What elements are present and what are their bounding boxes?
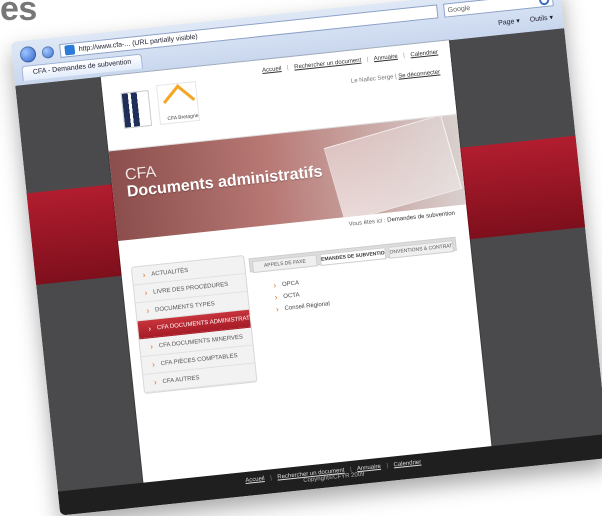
nav-item-label: CFA AUTRES: [162, 374, 200, 385]
search-icon[interactable]: [538, 0, 550, 6]
nav-item-label: ACTUALITÉS: [151, 267, 189, 278]
search-placeholder: Google: [447, 4, 471, 14]
browser-window: http://www.cfa-... (URL partially visibl…: [10, 0, 602, 516]
nav-item-label: LIVRE DES PROCÉDURES: [152, 281, 229, 296]
chevron-right-icon: ›: [142, 269, 146, 280]
corner-title: es: [0, 0, 37, 28]
top-link-calendrier[interactable]: Calendrier: [410, 50, 438, 59]
tab-conventions[interactable]: CONVENTIONS & CONTRATS: [387, 240, 454, 259]
page-menu[interactable]: Page ▾: [496, 17, 523, 28]
doc-link-conseil-regional[interactable]: Conseil Régional: [284, 301, 330, 312]
nav-item-label: CFA PIÈCES COMPTABLES: [160, 352, 238, 367]
divider: |: [386, 463, 389, 470]
logo-mark: [120, 90, 153, 129]
divider: |: [269, 475, 273, 482]
chevron-right-icon: ›: [145, 305, 150, 315]
content-tabs: APPELS DE FAXE DEMANDES DE SUBVENTION CO…: [248, 236, 457, 274]
footer-link-accueil[interactable]: Accueil: [245, 476, 265, 484]
browser-tools: Page ▾ Outils ▾: [496, 13, 556, 27]
left-nav: › ACTUALITÉS › LIVRE DES PROCÉDURES › DO…: [130, 254, 259, 395]
user-line: Le Nallec Serge | Se déconnecter: [351, 69, 441, 84]
nav-item-label: CFA DOCUMENTS MINERVES: [158, 333, 244, 349]
chevron-right-icon: ›: [144, 287, 148, 298]
breadcrumb-current: Demandes de subvention: [387, 210, 456, 224]
divider: |: [403, 53, 406, 60]
main-content: CFA Bretagne Accueil | Rechercher un doc…: [100, 40, 492, 485]
ie-icon: [64, 44, 76, 56]
logout-link[interactable]: Se déconnecter: [398, 69, 440, 79]
user-name: Le Nallec Serge |: [350, 74, 398, 85]
back-button[interactable]: [19, 45, 37, 64]
chevron-right-icon: ›: [275, 304, 280, 314]
divider: |: [366, 56, 369, 63]
chevron-right-icon: ›: [153, 377, 158, 387]
footer-link-calendrier[interactable]: Calendrier: [393, 460, 421, 469]
top-link-annuaire[interactable]: Annuaire: [373, 54, 398, 62]
web-page: CFA Bretagne Accueil | Rechercher un doc…: [15, 28, 602, 516]
chevron-right-icon: ›: [147, 323, 152, 333]
divider: |: [286, 65, 289, 72]
tools-menu[interactable]: Outils ▾: [527, 13, 555, 24]
nav-item-label: DOCUMENTS TYPES: [154, 300, 215, 314]
top-link-accueil[interactable]: Accueil: [262, 66, 282, 74]
doc-link-octa[interactable]: OCTA: [283, 292, 300, 300]
breadcrumb-prefix: Vous êtes ici :: [348, 217, 386, 228]
tab-demandes[interactable]: DEMANDES DE SUBVENTION: [319, 247, 387, 266]
forward-button[interactable]: [41, 45, 55, 59]
doc-link-opca[interactable]: OPCA: [282, 280, 300, 288]
chevron-right-icon: ›: [149, 341, 154, 351]
document-links: › OPCA › OCTA › Conseil Régional: [273, 274, 331, 315]
tab-appels[interactable]: APPELS DE FAXE: [251, 254, 319, 274]
top-link-rechercher[interactable]: Rechercher un document: [294, 58, 362, 71]
chevron-right-icon: ›: [274, 292, 278, 302]
chevron-right-icon: ›: [273, 280, 277, 290]
chevron-right-icon: ›: [151, 359, 156, 369]
